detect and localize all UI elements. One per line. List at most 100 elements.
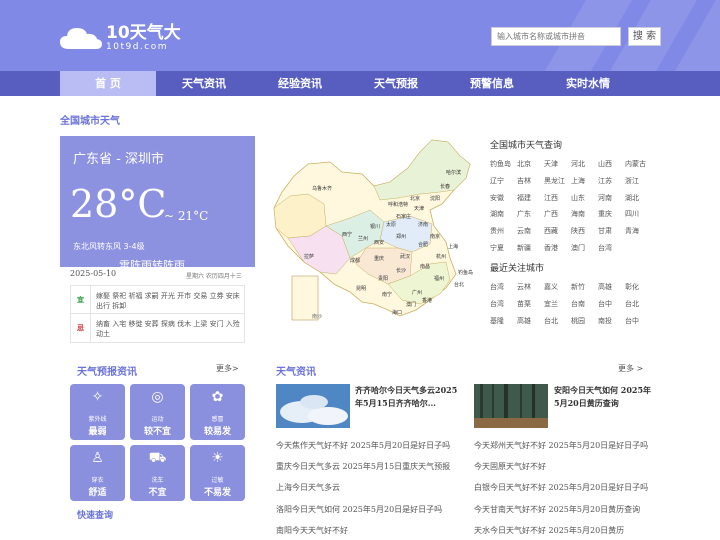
nav-warnings[interactable]: 预警信息 — [444, 71, 540, 96]
hot-city-link[interactable]: 台北 — [544, 316, 558, 326]
map-label[interactable]: 钓鱼岛 — [458, 269, 473, 276]
map-label[interactable]: 郑州 — [396, 233, 406, 240]
news-feature-right[interactable]: 安阳今日天气如何 2025年5月20日黄历查询 — [554, 384, 654, 410]
search-input[interactable]: 输入城市名称或城市拼音 — [491, 27, 621, 46]
city-query-link[interactable]: 山西 — [598, 159, 612, 169]
map-label[interactable]: 台北 — [454, 281, 464, 288]
site-logo[interactable]: 10天气大 10t9d.com — [59, 24, 181, 52]
map-label[interactable]: 银川 — [370, 223, 380, 230]
city-query-link[interactable]: 四川 — [625, 209, 639, 219]
news-item[interactable]: 今天甘南天气好不好 2025年5月20日黄历查询 — [474, 504, 640, 515]
map-label[interactable]: 重庆 — [374, 255, 384, 262]
hot-city-link[interactable]: 云林 — [517, 282, 531, 292]
map-label[interactable]: 哈尔滨 — [446, 169, 461, 176]
map-label[interactable]: 长沙 — [396, 267, 406, 274]
city-query-link[interactable]: 河南 — [598, 193, 612, 203]
city-query-link[interactable]: 黑龙江 — [544, 176, 565, 186]
hot-city-link[interactable]: 新竹 — [571, 282, 585, 292]
hot-city-link[interactable]: 台湾 — [490, 299, 504, 309]
nav-experience-news[interactable]: 经验资讯 — [252, 71, 348, 96]
current-weather-card[interactable]: 广东省 - 深圳市 28°C ~ 21°C 东北风转东风 3-4级 雷阵雨转阵雨 — [60, 136, 255, 267]
forecast-more-link[interactable]: 更多> — [216, 363, 239, 374]
map-label[interactable]: 南宁 — [382, 291, 392, 298]
news-item[interactable]: 洛阳今日天气如何 2025年5月20日是好日子吗 — [276, 504, 442, 515]
map-label[interactable]: 南昌 — [420, 263, 430, 270]
news-item[interactable]: 今天焦作天气好不好 2025年5月20日是好日子吗 — [276, 440, 450, 451]
hot-city-link[interactable]: 南投 — [598, 316, 612, 326]
city-query-link[interactable]: 江苏 — [598, 176, 612, 186]
hot-city-link[interactable]: 基隆 — [490, 316, 504, 326]
life-index-tile[interactable]: ◎ 运动 较不宜 — [130, 384, 185, 440]
news-item[interactable]: 上海今日天气多云 — [276, 482, 340, 493]
china-map[interactable]: 南沙 乌鲁木齐 哈尔滨 长春 沈阳 北京 天津 呼和浩特 石家庄 济南 太原 银… — [270, 134, 482, 334]
city-query-link[interactable]: 河北 — [571, 159, 585, 169]
city-query-link[interactable]: 新疆 — [517, 243, 531, 253]
life-index-tile[interactable]: ✧ 紫外线 最弱 — [70, 384, 125, 440]
news-item[interactable]: 重庆今日天气多云 2025年5月15日重庆天气预报 — [276, 461, 450, 472]
city-query-link[interactable]: 宁夏 — [490, 243, 504, 253]
news-item[interactable]: 白银今日天气好不好 2025年5月20日是好日子吗 — [474, 482, 648, 493]
hot-city-link[interactable]: 台中 — [598, 299, 612, 309]
map-label[interactable]: 杭州 — [436, 253, 446, 260]
city-query-link[interactable]: 西藏 — [544, 226, 558, 236]
city-query-link[interactable]: 福建 — [517, 193, 531, 203]
map-label[interactable]: 济南 — [418, 221, 428, 228]
news-item[interactable]: 南阳今天天气好不好 — [276, 525, 348, 536]
city-query-link[interactable]: 台湾 — [598, 243, 612, 253]
map-label[interactable]: 石家庄 — [396, 213, 411, 220]
map-label[interactable]: 北京 — [410, 195, 420, 202]
city-query-link[interactable]: 山东 — [571, 193, 585, 203]
city-query-link[interactable]: 陕西 — [571, 226, 585, 236]
map-label[interactable]: 长春 — [440, 183, 450, 190]
city-query-link[interactable]: 天津 — [544, 159, 558, 169]
news-more-link[interactable]: 更多 > — [618, 363, 643, 374]
map-label[interactable]: 海口 — [392, 309, 402, 316]
map-label[interactable]: 昆明 — [356, 286, 366, 292]
map-label[interactable]: 福州 — [434, 275, 444, 282]
nav-home[interactable]: 首 页 — [60, 71, 156, 96]
map-label[interactable]: 广州 — [412, 289, 422, 296]
map-label[interactable]: 上海 — [448, 243, 458, 250]
map-label[interactable]: 沈阳 — [430, 195, 440, 202]
hot-city-link[interactable]: 台北 — [625, 299, 639, 309]
hot-city-link[interactable]: 台中 — [625, 316, 639, 326]
hot-city-link[interactable]: 台南 — [571, 299, 585, 309]
life-index-tile[interactable]: ☀ 过敏 不易发 — [190, 445, 245, 501]
city-query-link[interactable]: 江西 — [544, 193, 558, 203]
city-query-link[interactable]: 浙江 — [625, 176, 639, 186]
city-query-link[interactable]: 辽宁 — [490, 176, 504, 186]
city-query-link[interactable]: 广东 — [517, 209, 531, 219]
map-label[interactable]: 乌鲁木齐 — [312, 185, 332, 192]
news-item[interactable]: 天水今日天气好不好 2025年5月20日黄历 — [474, 525, 624, 536]
map-label[interactable]: 合肥 — [418, 241, 428, 248]
life-index-tile[interactable]: ✿ 感冒 较易发 — [190, 384, 245, 440]
city-query-link[interactable]: 云南 — [517, 226, 531, 236]
map-label[interactable]: 成都 — [350, 257, 360, 264]
quick-query-title[interactable]: 快速查询 — [77, 508, 113, 521]
hot-city-link[interactable]: 苗栗 — [517, 299, 531, 309]
news-sky-image[interactable] — [276, 384, 350, 428]
map-label[interactable]: 澳门 — [406, 301, 416, 308]
hot-city-link[interactable]: 台湾 — [490, 282, 504, 292]
hot-city-link[interactable]: 高雄 — [517, 316, 531, 326]
map-label[interactable]: 呼和浩特 — [388, 201, 408, 208]
map-label[interactable]: 香港 — [422, 297, 432, 304]
hot-city-link[interactable]: 彰化 — [625, 282, 639, 292]
city-query-link[interactable]: 上海 — [571, 176, 585, 186]
map-label[interactable]: 西安 — [374, 239, 384, 246]
city-query-link[interactable]: 海南 — [571, 209, 585, 219]
city-query-link[interactable]: 北京 — [517, 159, 531, 169]
news-item[interactable]: 今天郑州天气好不好 2025年5月20日是好日子吗 — [474, 440, 648, 451]
hot-city-link[interactable]: 高雄 — [598, 282, 612, 292]
city-query-link[interactable]: 湖南 — [490, 209, 504, 219]
hot-city-link[interactable]: 宜兰 — [544, 299, 558, 309]
city-query-link[interactable]: 甘肃 — [598, 226, 612, 236]
map-label[interactable]: 武汉 — [400, 253, 410, 260]
city-query-link[interactable]: 湖北 — [625, 193, 639, 203]
search-button[interactable]: 搜 索 — [628, 27, 661, 46]
city-query-link[interactable]: 澳门 — [571, 243, 585, 253]
city-query-link[interactable]: 青海 — [625, 226, 639, 236]
life-index-tile[interactable]: ♙ 穿衣 舒适 — [70, 445, 125, 501]
hot-city-link[interactable]: 嘉义 — [544, 282, 558, 292]
city-query-link[interactable]: 贵州 — [490, 226, 504, 236]
